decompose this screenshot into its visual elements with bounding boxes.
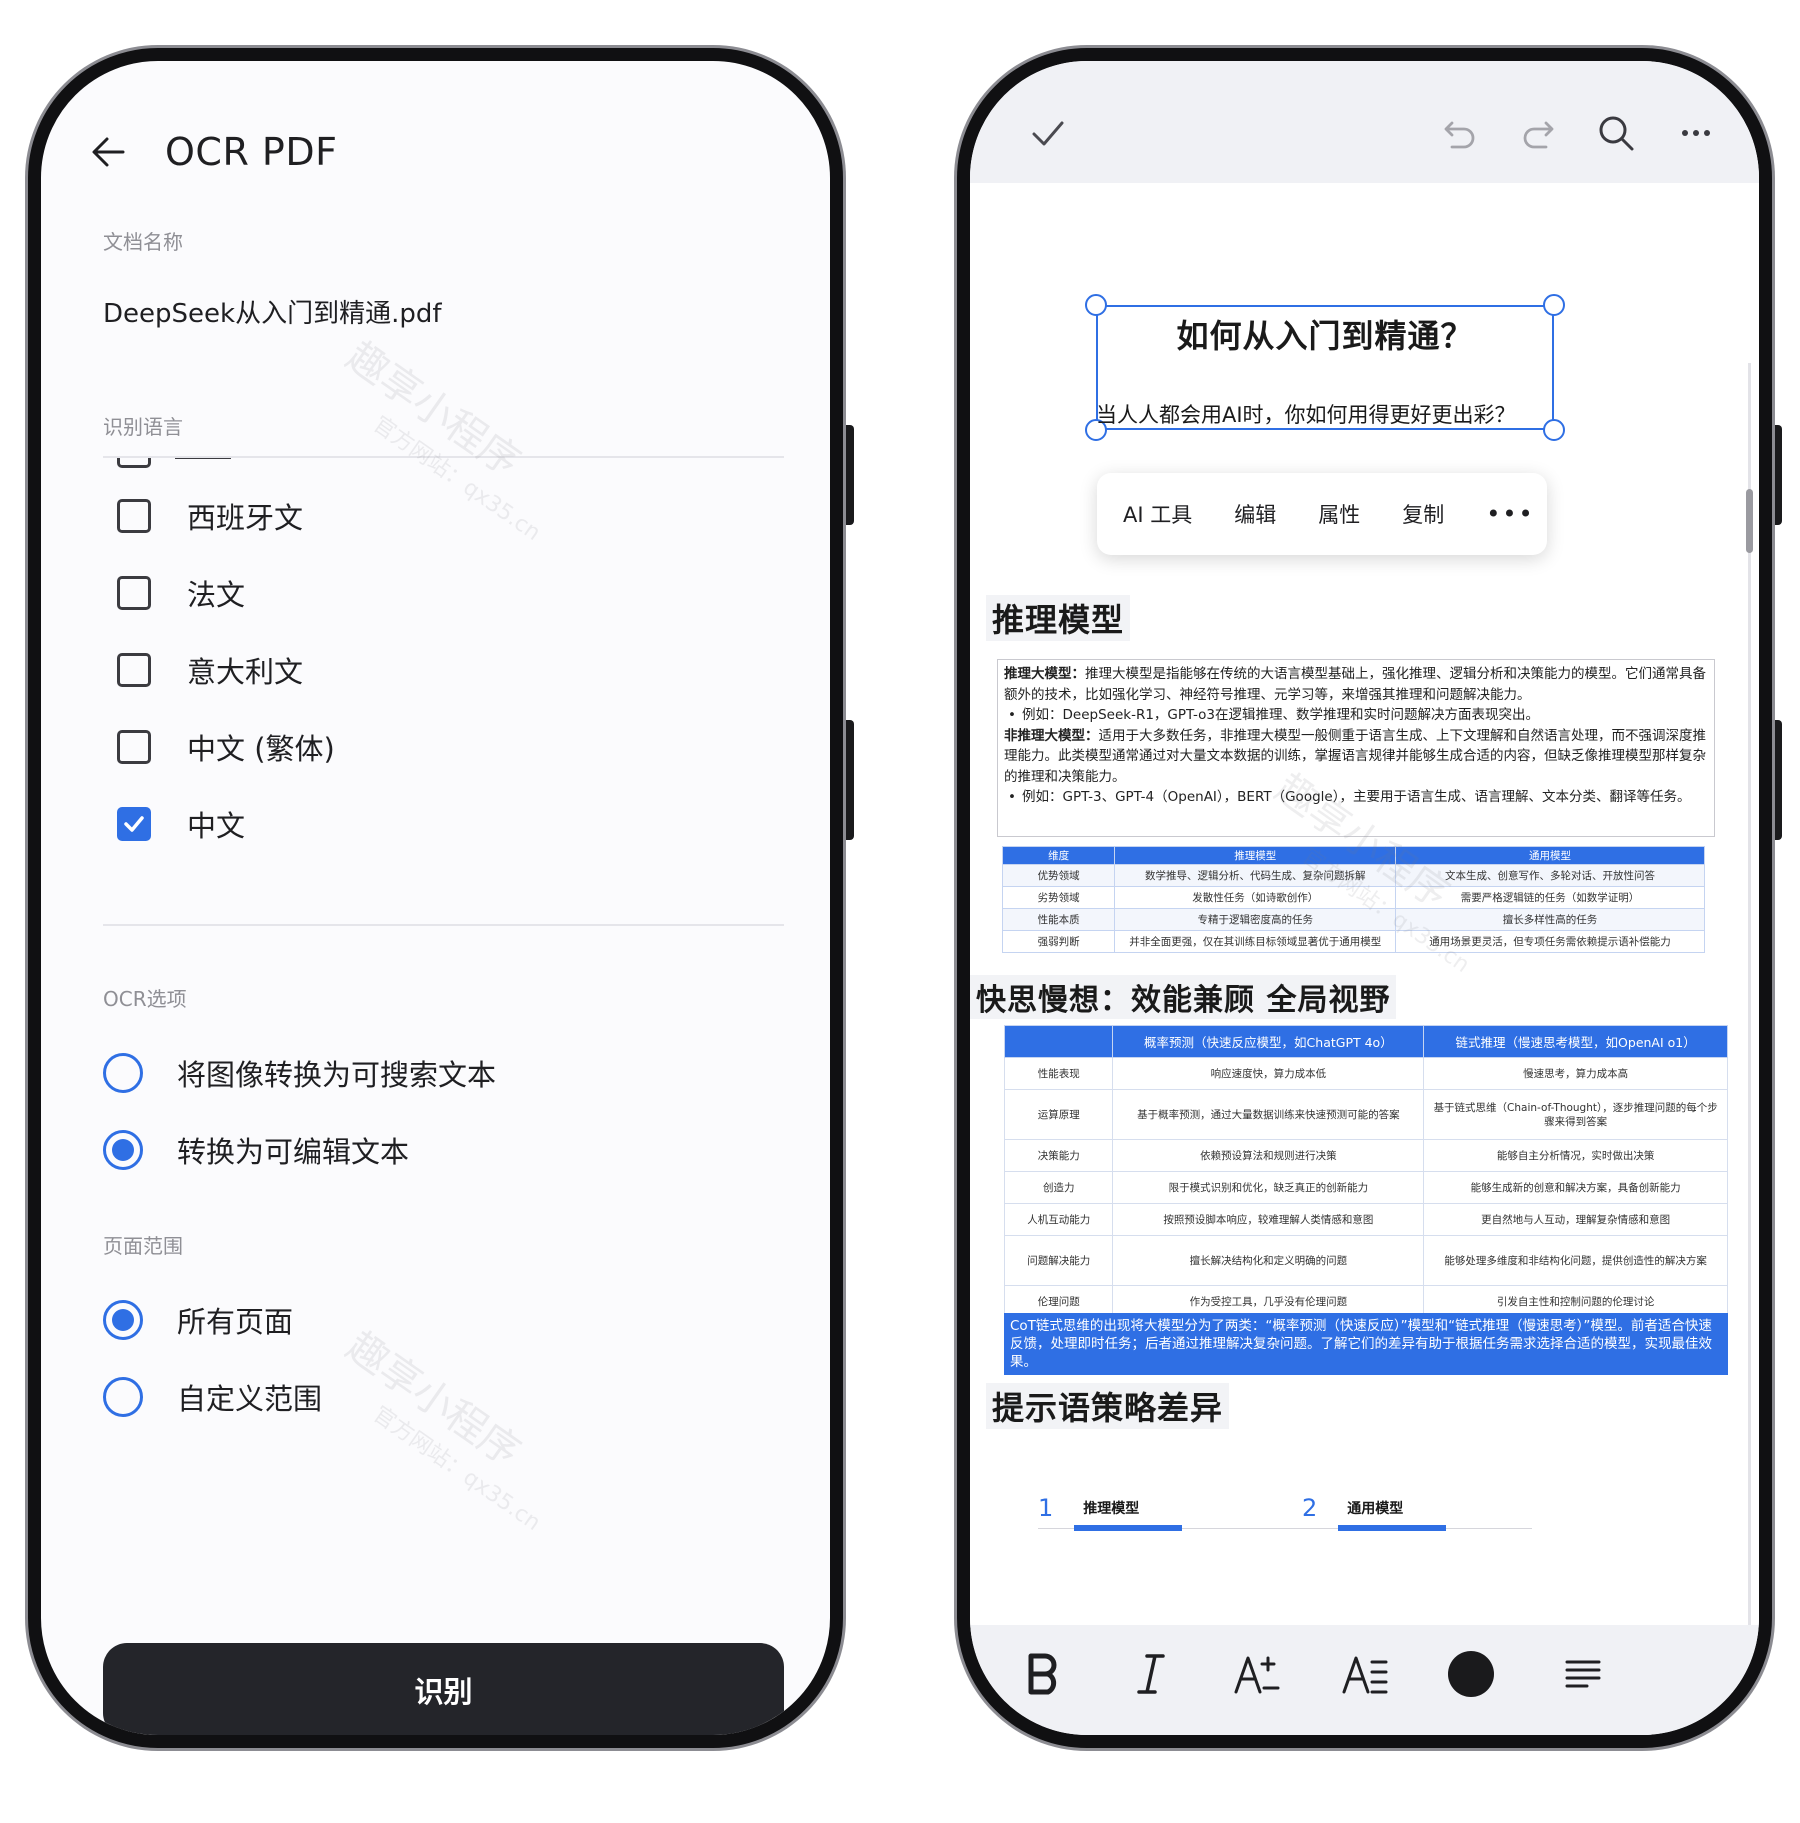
tab-reasoning[interactable]: 1 推理模型 [1038,1487,1318,1531]
power-button [845,720,854,840]
table-row: 强弱判断 并非全面更强，仅在其训练目标领域显著优于通用模型 通用场景更灵活，但专项任… [1001,930,1705,953]
radio-button[interactable] [103,1053,143,1093]
document-canvas[interactable]: 如何从入门到精通？ 当人人都会用AI时，你如何用得更好更出彩？ AI 工具 编辑… [970,183,1759,1625]
language-list[interactable]: 西班牙文 法文 意大利文 中文 (繁体) 中文 [103,456,784,926]
text-spacing-icon[interactable] [1340,1649,1390,1699]
phone-right: 如何从入门到精通？ 当人人都会用AI时，你如何用得更好更出彩？ AI 工具 编辑… [957,48,1772,1748]
italic-icon[interactable] [1126,1649,1176,1699]
properties-menu-item[interactable]: 属性 [1318,499,1360,529]
page-range-all[interactable]: 所有页面 [103,1298,293,1342]
doc-name-label: 文档名称 [103,230,183,254]
header: OCR PDF [89,117,790,187]
ai-tools-menu-item[interactable]: AI 工具 [1123,499,1192,529]
checkbox[interactable] [117,576,151,610]
more-icon[interactable] [1676,113,1716,153]
language-item-italian[interactable]: 意大利文 [117,648,303,692]
checkbox[interactable] [117,653,151,687]
color-icon[interactable] [1446,1649,1496,1699]
power-button [1773,720,1782,840]
comparison-table-1[interactable]: 维度 推理模型 通用模型 优势领域 数学推导、逻辑分析、代码生成、复杂问题拆解 文本… [1001,846,1705,953]
back-arrow-icon[interactable] [89,132,129,172]
edit-menu-item[interactable]: 编辑 [1234,499,1276,529]
table-row: 问题解决能力 擅长解决结构化和定义明确的问题 能够处理多维度和非结构化问题，提供创造… [1003,1235,1728,1286]
page-range-label: 页面范围 [103,1234,183,1258]
format-toolbar [970,1625,1759,1735]
check-icon[interactable] [1028,113,1068,153]
font-size-increase-icon[interactable] [1232,1649,1282,1699]
phone-left: OCR PDF 文档名称 DeepSeek从入门到精通.pdf 识别语言 西班牙… [28,48,843,1748]
page-range-custom[interactable]: 自定义范围 [103,1375,322,1419]
reasoning-text-block[interactable]: 推理大模型：推理大模型是指能够在传统的大语言模型基础上，强化推理、逻辑分析和决策… [997,659,1715,837]
tab-general[interactable]: 2 通用模型 [1302,1487,1532,1531]
ocr-option-searchable[interactable]: 将图像转换为可搜索文本 [103,1051,496,1095]
copy-menu-item[interactable]: 复制 [1402,499,1444,529]
table-row: 优势领域 数学推导、逻辑分析、代码生成、复杂问题拆解 文本生成、创意写作、多轮对话、… [1001,864,1705,887]
language-item-chinese-traditional[interactable]: 中文 (繁体) [117,725,335,769]
more-dots-icon[interactable]: ••• [1486,500,1534,528]
ocr-option-editable[interactable]: 转换为可编辑文本 [103,1128,409,1172]
section-title-reasoning[interactable]: 推理模型 [986,595,1131,641]
undo-icon[interactable] [1440,113,1480,153]
language-item-chinese[interactable]: 中文 [117,802,245,846]
radio-button[interactable] [103,1377,143,1417]
table-row: 人机互动能力 按照预设脚本响应，较难理解人类情感和意图 更自然地与人互动，理解复杂情… [1003,1203,1728,1236]
table-note[interactable]: CoT链式思维的出现将大模型分为了两类：“概率预测（快速反应）”模型和“链式推理… [1004,1313,1728,1375]
bottom-tabs: 1 推理模型 2 通用模型 [1038,1487,1538,1533]
section-title-fast-slow[interactable]: 快思慢想：效能兼顾 全局视野 [970,975,1397,1019]
table-row: 劣势领域 发散性任务（如诗歌创作） 需要严格逻辑链的任务（如数学证明） [1001,886,1705,909]
volume-button [1773,425,1782,525]
table-row: 性能表现 响应速度快，算力成本低 慢速思考，算力成本高 [1003,1057,1728,1090]
table-row: 创造力 限于模式识别和优化，缺乏真正的创新能力 能够生成新的创意和解决方案，具备创新… [1003,1171,1728,1204]
checkbox-partial [117,458,151,468]
search-icon[interactable] [1596,113,1636,153]
document-title[interactable]: 如何从入门到精通？ [1096,311,1554,357]
recognize-button[interactable]: 识别 [103,1643,784,1735]
table-row: 决策能力 依赖预设算法和规则进行决策 能够自主分析情况，实时做出决策 [1003,1139,1728,1172]
radio-button-selected[interactable] [103,1300,143,1340]
context-menu: AI 工具 编辑 属性 复制 ••• [1097,473,1547,555]
bold-icon[interactable] [1018,1649,1068,1699]
volume-button [845,425,854,525]
watermark: 趣享小程序官方网站：qx35.cn [338,1323,545,1537]
comparison-table-2[interactable]: 概率预测（快速反应模型，如ChatGPT 4o） 链式推理（慢速思考模型，如Op… [1003,1025,1728,1318]
section-title-prompt-strategy[interactable]: 提示语策略差异 [986,1383,1230,1429]
doc-name-field[interactable]: DeepSeek从入门到精通.pdf [103,293,442,330]
redo-icon[interactable] [1518,113,1558,153]
align-icon[interactable] [1558,1649,1608,1699]
ocr-options-label: OCR选项 [103,987,187,1011]
checkbox-checked[interactable] [117,807,151,841]
document-subtitle[interactable]: 当人人都会用AI时，你如何用得更好更出彩？ [1096,399,1566,429]
top-toolbar [970,61,1759,183]
language-item-spanish[interactable]: 西班牙文 [117,494,303,538]
language-item-french[interactable]: 法文 [117,571,245,615]
checkmark-icon [124,816,144,832]
checkbox[interactable] [117,730,151,764]
radio-button-selected[interactable] [103,1130,143,1170]
scrollbar-thumb[interactable] [1746,489,1753,553]
language-label: 识别语言 [103,415,183,439]
table-row: 运算原理 基于概率预测，通过大量数据训练来快速预测可能的答案 基于链式思维（Chai… [1003,1089,1728,1140]
checkbox[interactable] [117,499,151,533]
page-title: OCR PDF [165,130,338,174]
table-row: 性能本质 专精于逻辑密度高的任务 擅长多样性高的任务 [1001,908,1705,931]
